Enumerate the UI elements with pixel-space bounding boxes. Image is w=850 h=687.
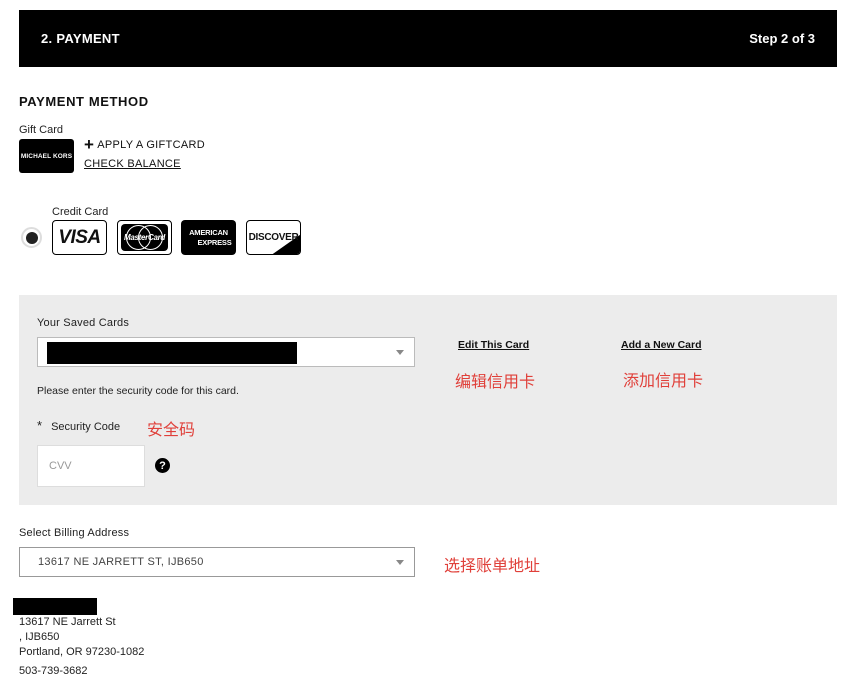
discover-logo: DISCOVER bbox=[246, 220, 301, 255]
amex-logo-line2: EXPRESS bbox=[197, 237, 232, 247]
chevron-down-icon bbox=[396, 560, 404, 565]
required-mark: * bbox=[37, 418, 43, 433]
redacted-name bbox=[13, 598, 97, 615]
credit-card-label: Credit Card bbox=[52, 206, 109, 218]
payment-header-bar: 2. PAYMENT Step 2 of 3 bbox=[19, 10, 837, 67]
redacted-card-number bbox=[47, 342, 297, 364]
amex-logo: AMERICAN EXPRESS bbox=[181, 220, 236, 255]
visa-logo: VISA bbox=[52, 220, 107, 255]
radio-selected-dot bbox=[25, 231, 38, 244]
apply-giftcard-button[interactable]: + APPLY A GIFTCARD bbox=[84, 135, 205, 154]
address-phone: 503-739-3682 bbox=[19, 665, 88, 677]
mastercard-logo-text: MasterCard bbox=[123, 233, 166, 242]
saved-cards-label: Your Saved Cards bbox=[37, 317, 130, 329]
edit-card-link[interactable]: Edit This Card bbox=[458, 339, 529, 351]
billing-address-select[interactable]: 13617 NE JARRETT ST, IJB650 bbox=[19, 547, 415, 577]
cvv-input[interactable] bbox=[37, 445, 145, 487]
billing-address-label: Select Billing Address bbox=[19, 527, 130, 539]
billing-address-value: 13617 NE JARRETT ST, IJB650 bbox=[38, 556, 204, 568]
billing-address-annotation: 选择账单地址 bbox=[444, 556, 541, 575]
saved-card-select[interactable] bbox=[37, 337, 415, 367]
apply-giftcard-label: APPLY A GIFTCARD bbox=[97, 139, 205, 151]
mastercard-logo: MasterCard bbox=[117, 220, 172, 255]
add-card-annotation: 添加信用卡 bbox=[623, 371, 704, 390]
check-balance-link[interactable]: CHECK BALANCE bbox=[84, 158, 181, 170]
security-code-label-text: Security Code bbox=[51, 421, 121, 433]
amex-logo-line1: AMERICAN bbox=[189, 227, 228, 237]
gift-card-logo: MICHAEL KORS bbox=[19, 139, 74, 173]
security-code-label: * Security Code bbox=[37, 418, 120, 433]
address-line: 13617 NE Jarrett St bbox=[19, 616, 116, 628]
address-line: , IJB650 bbox=[19, 631, 60, 643]
address-line: Portland, OR 97230-1082 bbox=[19, 646, 145, 658]
edit-card-annotation: 编辑信用卡 bbox=[455, 372, 536, 391]
plus-icon: + bbox=[84, 135, 95, 154]
section-title: 2. PAYMENT bbox=[41, 31, 120, 46]
security-code-message: Please enter the security code for this … bbox=[37, 385, 239, 397]
step-indicator: Step 2 of 3 bbox=[749, 31, 815, 46]
question-circle-icon[interactable]: ? bbox=[155, 458, 170, 473]
gift-card-label: Gift Card bbox=[19, 124, 64, 136]
payment-method-title: PAYMENT METHOD bbox=[19, 94, 149, 109]
security-code-annotation: 安全码 bbox=[147, 420, 196, 439]
chevron-down-icon bbox=[396, 350, 404, 355]
discover-logo-text: DISCOVER bbox=[248, 232, 299, 243]
add-new-card-link[interactable]: Add a New Card bbox=[621, 339, 702, 351]
credit-card-radio[interactable] bbox=[21, 227, 42, 248]
